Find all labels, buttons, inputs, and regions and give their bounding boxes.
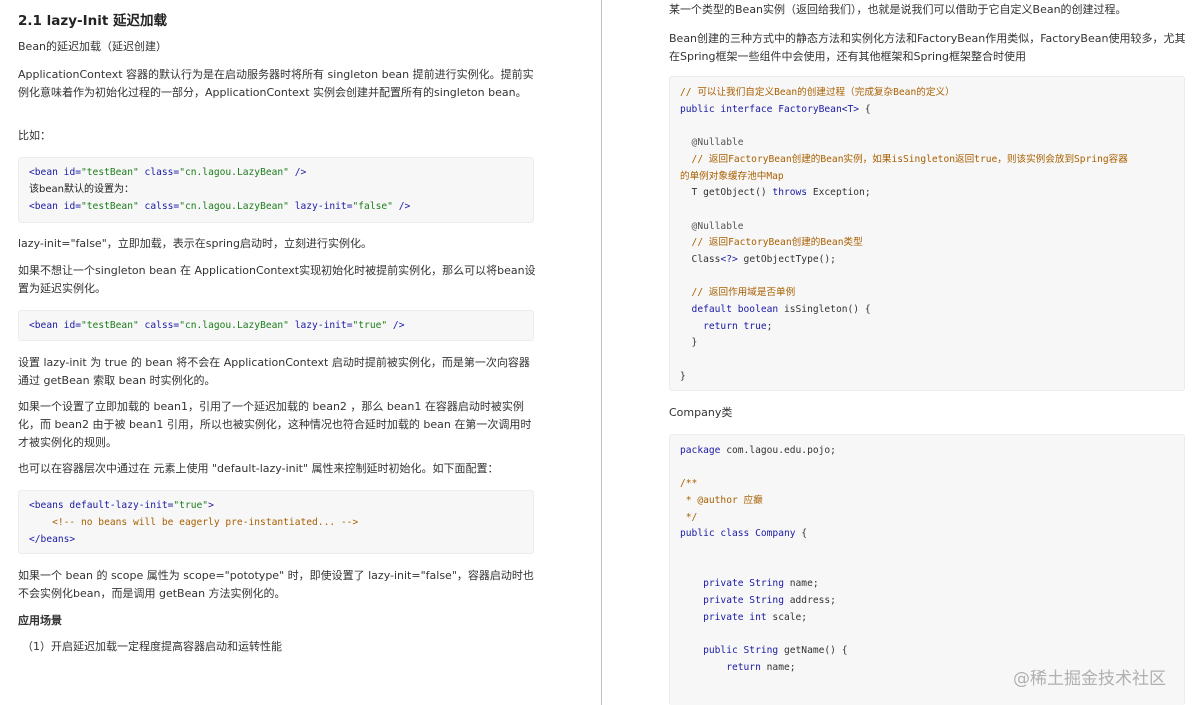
- paragraph: 设置 lazy-init 为 true 的 bean 将不会在 Applicat…: [18, 356, 530, 387]
- list-item: （1）开启延迟加载一定程度提高容器启动和运转性能: [22, 640, 282, 653]
- code-block: <beans default-lazy-init="true"> <!-- no…: [18, 490, 534, 554]
- right-page: 某一个类型的Bean实例（返回给我们），也就是说我们可以借助于它自定义Bean的…: [603, 0, 1195, 705]
- paragraph: 也可以在容器层次中通过在 元素上使用 "default-lazy-init" 属…: [18, 462, 499, 475]
- paragraph: lazy-init="false"，立即加载，表示在spring启动时，立刻进行…: [18, 237, 373, 250]
- section-heading: 2.1 lazy-Init 延迟加载: [18, 13, 168, 29]
- paragraph: 如果一个设置了立即加载的 bean1，引用了一个延迟加载的 bean2 ，那么 …: [18, 400, 532, 449]
- paragraph: Bean的延迟加载（延迟创建）: [18, 40, 168, 53]
- paragraph: Company类: [669, 406, 733, 419]
- paragraph: 比如：: [18, 129, 51, 142]
- paragraph: 某一个类型的Bean实例（返回给我们），也就是说我们可以借助于它自定义Bean的…: [669, 3, 1127, 16]
- code-block: <bean id="testBean" calss="cn.lagou.Lazy…: [18, 310, 534, 341]
- paragraph: ApplicationContext 容器的默认行为是在启动服务器时将所有 si…: [18, 68, 534, 99]
- paragraph: Bean创建的三种方式中的静态方法和实例化方法和FactoryBean作用类似，…: [669, 32, 1186, 63]
- paragraph: 如果一个 bean 的 scope 属性为 scope="pototype" 时…: [18, 569, 534, 600]
- code-block: <bean id="testBean" class="cn.lagou.Lazy…: [18, 157, 534, 223]
- paragraph: 如果不想让一个singleton bean 在 ApplicationConte…: [18, 264, 536, 295]
- left-page: 2.1 lazy-Init 延迟加载 Bean的延迟加载（延迟创建） Appli…: [0, 0, 600, 705]
- code-block: // 可以让我们自定义Bean的创建过程（完成复杂Bean的定义） public…: [669, 76, 1185, 391]
- subheading: 应用场景: [18, 614, 62, 627]
- watermark: @稀土掘金技术社区: [1013, 669, 1166, 689]
- page-divider: [601, 0, 602, 705]
